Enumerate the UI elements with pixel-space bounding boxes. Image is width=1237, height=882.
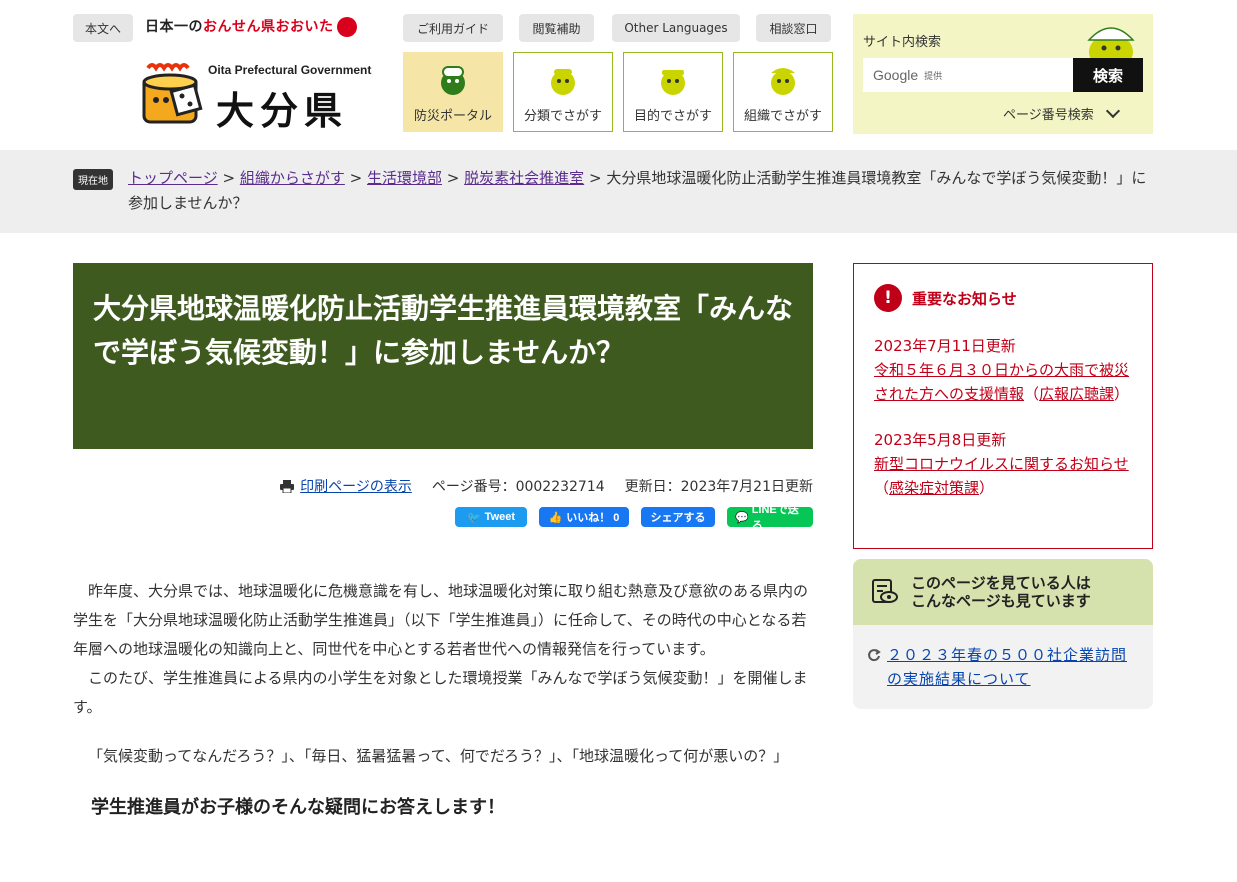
page-meta: 印刷ページの表示 ページ番号：0002232714 更新日：2023年7月21日… <box>73 476 813 496</box>
notice-dept-link[interactable]: 感染症対策課 <box>889 479 979 497</box>
notice-item: 2023年7月11日更新 令和５年６月３０日からの大雨で被災された方への支援情報… <box>874 334 1132 406</box>
search-mascot-icon <box>1087 27 1135 58</box>
article-body: 昨年度、大分県では、地球温暖化に危機意識を有し、地球温暖化対策に取り組む熱意及び… <box>73 577 813 822</box>
nav-tile-by-organization[interactable]: 組織でさがす <box>733 52 833 132</box>
onsen-mark-icon <box>336 17 357 37</box>
refresh-icon <box>868 649 881 662</box>
accessibility-button[interactable]: 閲覧補助 <box>519 14 594 42</box>
search-input[interactable]: Google 提供 <box>863 58 1073 92</box>
breadcrumb: 現在地 トップページ > 組織からさがす > 生活環境部 > 脱炭素社会推進室 … <box>0 150 1237 233</box>
other-languages-button[interactable]: Other Languages <box>612 14 740 42</box>
article-questions: 「気候変動ってなんだろう？」、「毎日、猛暑猛暑って、何でだろう？」、「地球温暖化… <box>88 747 789 765</box>
nav-tile-disaster-portal[interactable]: 防災ポータル <box>403 52 503 132</box>
google-sub-label: 提供 <box>924 71 943 82</box>
search-button[interactable]: 検索 <box>1073 58 1143 92</box>
also-viewed-link[interactable]: ２０２３年春の５００社企業訪問の実施結果について <box>887 643 1137 691</box>
breadcrumb-link-department[interactable]: 生活環境部 <box>367 169 442 187</box>
notice-item: 2023年5月8日更新 新型コロナウイルスに関するお知らせ（感染症対策課） <box>874 428 1132 500</box>
logo-japanese-name: 大分県 <box>216 89 349 133</box>
breadcrumb-link-top[interactable]: トップページ <box>128 169 218 187</box>
also-viewed-box: このページを見ている人は こんなページも見ています ２０２３年春の５００社企業訪… <box>853 559 1153 709</box>
site-logo[interactable]: Oita Prefectural Government 大分県 <box>140 56 371 133</box>
breadcrumb-trail: トップページ > 組織からさがす > 生活環境部 > 脱炭素社会推進室 > 大分… <box>128 169 1147 212</box>
twitter-bird-icon: 🐦 <box>466 511 481 524</box>
alert-icon: ! <box>874 284 902 312</box>
oita-logo-mascot-icon <box>142 63 203 124</box>
article-paragraph: このたび、学生推進員による県内の小学生を対象とした環境授業「みんなで学ぼう気候変… <box>73 669 808 716</box>
updated-date: 更新日：2023年7月21日更新 <box>624 479 813 495</box>
eye-document-icon <box>872 579 898 603</box>
site-header: 本文へ 日本一のおんせん県おおいた Oita Prefectural Gover… <box>0 0 1237 150</box>
current-location-tag: 現在地 <box>73 169 113 190</box>
guide-button[interactable]: ご利用ガイド <box>403 14 503 42</box>
share-buttons: 🐦 Tweet 👍 いいね！ 0 シェアする 💬 LINEで送る <box>73 504 813 532</box>
skip-to-content-button[interactable]: 本文へ <box>73 14 133 42</box>
page-number-search-toggle[interactable]: ページ番号検索 <box>1003 103 1120 123</box>
also-viewed-item: ２０２３年春の５００社企業訪問の実施結果について <box>867 643 1137 691</box>
site-search-panel: サイト内検索 Google 提供 検索 ページ番号検索 <box>853 14 1153 134</box>
google-label: Google <box>873 67 919 83</box>
logo-english-name: Oita Prefectural Government <box>208 63 372 77</box>
mascot-icon <box>771 68 795 95</box>
tweet-button[interactable]: 🐦 Tweet <box>455 507 527 527</box>
line-icon: 💬 <box>735 511 749 524</box>
tagline: 日本一のおんせん県おおいた <box>145 16 357 37</box>
consultation-button[interactable]: 相談窓口 <box>756 14 831 42</box>
page-title-box: 大分県地球温暖化防止活動学生推進員環境教室「みんなで学ぼう気候変動！」に参加しま… <box>73 263 813 449</box>
nav-tile-by-purpose[interactable]: 目的でさがす <box>623 52 723 132</box>
article-paragraph: 昨年度、大分県では、地球温暖化に危機意識を有し、地球温暖化対策に取り組む熱意及び… <box>73 582 809 658</box>
notice-dept-link[interactable]: 広報広聴課 <box>1039 385 1114 403</box>
mascot-icon <box>551 69 575 95</box>
facebook-share-button[interactable]: シェアする <box>641 507 715 527</box>
page-number: ページ番号：0002232714 <box>431 479 605 495</box>
important-notices: ! 重要なお知らせ 2023年7月11日更新 令和５年６月３０日からの大雨で被災… <box>853 263 1153 549</box>
search-title: サイト内検索 <box>863 35 942 50</box>
print-page-link[interactable]: 印刷ページの表示 <box>280 476 412 496</box>
notice-date: 2023年5月8日更新 <box>874 431 1007 449</box>
printer-icon <box>280 479 295 493</box>
chevron-down-icon <box>1105 103 1120 119</box>
nav-tile-by-category[interactable]: 分類でさがす <box>513 52 613 132</box>
article-subheading: 学生推進員がお子様のそんな疑問にお答えします！ <box>91 797 505 818</box>
page-title: 大分県地球温暖化防止活動学生推進員環境教室「みんなで学ぼう気候変動！」に参加しま… <box>93 292 794 369</box>
notice-header: ! 重要なお知らせ <box>874 284 1132 312</box>
thumbs-up-icon: 👍 <box>548 511 563 524</box>
notice-link[interactable]: 新型コロナウイルスに関するお知らせ <box>874 455 1129 473</box>
breadcrumb-link-organization[interactable]: 組織からさがす <box>240 169 345 187</box>
notice-date: 2023年7月11日更新 <box>874 337 1016 355</box>
facebook-like-button[interactable]: 👍 いいね！ 0 <box>539 507 629 527</box>
also-viewed-header: このページを見ている人は こんなページも見ています <box>853 559 1153 625</box>
breadcrumb-link-office[interactable]: 脱炭素社会推進室 <box>464 169 584 187</box>
mascot-icon <box>441 66 465 95</box>
line-share-button[interactable]: 💬 LINEで送る <box>727 504 813 532</box>
mascot-icon <box>661 70 685 95</box>
